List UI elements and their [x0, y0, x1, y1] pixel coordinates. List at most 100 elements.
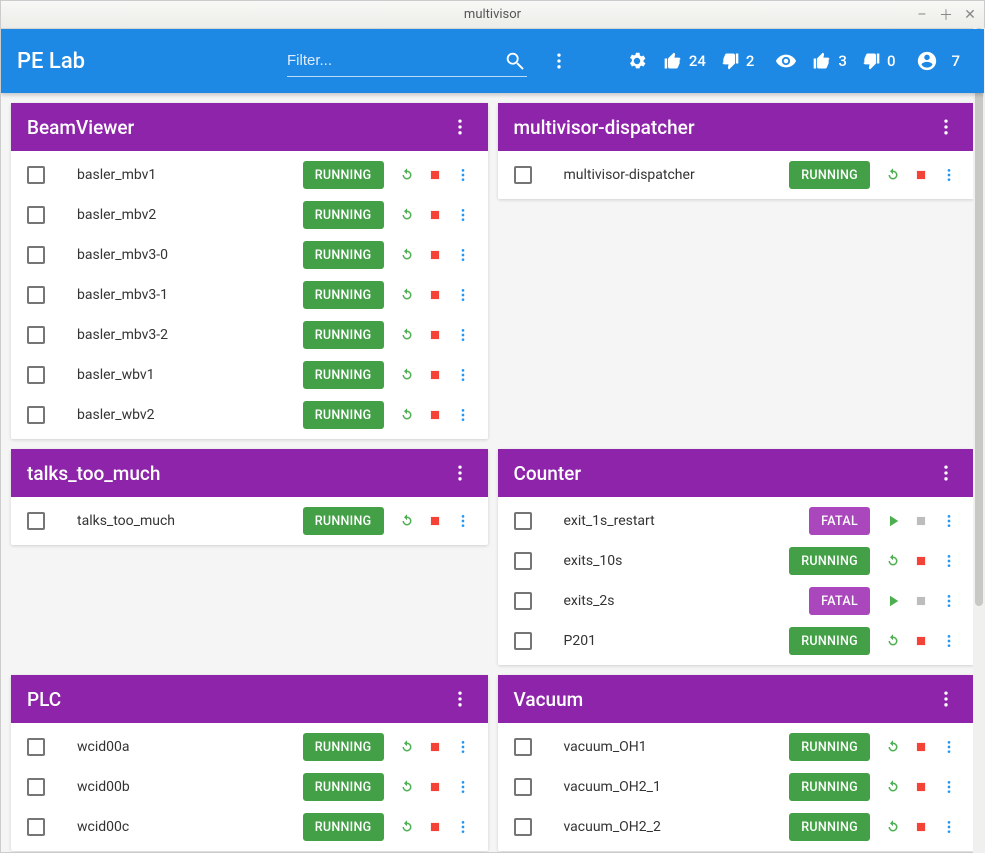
group-menu-icon[interactable]: [934, 687, 958, 711]
restart-icon[interactable]: [398, 406, 416, 424]
process-name[interactable]: basler_wbv1: [45, 367, 303, 383]
stop-icon[interactable]: [426, 778, 444, 796]
process-checkbox[interactable]: [27, 206, 45, 224]
stop-icon[interactable]: [912, 818, 930, 836]
restart-icon[interactable]: [884, 778, 902, 796]
window-close-button[interactable]: ✕: [962, 7, 978, 23]
stop-icon[interactable]: [912, 778, 930, 796]
process-checkbox[interactable]: [514, 778, 532, 796]
restart-icon[interactable]: [884, 818, 902, 836]
process-checkbox[interactable]: [27, 246, 45, 264]
process-checkbox[interactable]: [514, 552, 532, 570]
restart-icon[interactable]: [884, 552, 902, 570]
process-checkbox[interactable]: [27, 366, 45, 384]
stop-icon[interactable]: [426, 326, 444, 344]
process-checkbox[interactable]: [514, 512, 532, 530]
stop-icon[interactable]: [426, 246, 444, 264]
more-icon[interactable]: [454, 326, 472, 344]
process-name[interactable]: P201: [532, 633, 790, 649]
window-maximize-button[interactable]: ＋: [938, 5, 954, 25]
process-name[interactable]: basler_mbv2: [45, 207, 303, 223]
group-menu-icon[interactable]: [934, 461, 958, 485]
stop-icon[interactable]: [426, 738, 444, 756]
group-menu-icon[interactable]: [448, 461, 472, 485]
play-icon[interactable]: [884, 592, 902, 610]
process-checkbox[interactable]: [514, 632, 532, 650]
process-name[interactable]: basler_mbv1: [45, 167, 303, 183]
process-checkbox[interactable]: [514, 738, 532, 756]
stop-icon[interactable]: [912, 552, 930, 570]
restart-icon[interactable]: [398, 246, 416, 264]
eye-icon[interactable]: [774, 49, 798, 73]
more-icon[interactable]: [454, 738, 472, 756]
process-checkbox[interactable]: [27, 326, 45, 344]
process-checkbox[interactable]: [27, 166, 45, 184]
window-minimize-button[interactable]: –: [914, 7, 930, 23]
stop-icon[interactable]: [426, 366, 444, 384]
restart-icon[interactable]: [884, 166, 902, 184]
more-icon[interactable]: [454, 778, 472, 796]
restart-icon[interactable]: [398, 326, 416, 344]
process-name[interactable]: vacuum_OH1: [532, 739, 790, 755]
process-name[interactable]: wcid00b: [45, 779, 303, 795]
vertical-scrollbar[interactable]: [973, 28, 985, 853]
restart-icon[interactable]: [398, 166, 416, 184]
process-name[interactable]: exit_1s_restart: [532, 513, 810, 529]
more-icon[interactable]: [454, 206, 472, 224]
process-checkbox[interactable]: [27, 512, 45, 530]
toolbar-menu-icon[interactable]: [547, 49, 571, 73]
restart-icon[interactable]: [398, 206, 416, 224]
more-icon[interactable]: [940, 512, 958, 530]
group-menu-icon[interactable]: [448, 115, 472, 139]
process-name[interactable]: exits_10s: [532, 553, 790, 569]
restart-icon[interactable]: [884, 738, 902, 756]
process-checkbox[interactable]: [27, 738, 45, 756]
more-icon[interactable]: [454, 818, 472, 836]
restart-icon[interactable]: [398, 286, 416, 304]
content-area[interactable]: BeamViewerbasler_mbv1RUNNINGbasler_mbv2R…: [1, 93, 984, 852]
more-icon[interactable]: [940, 818, 958, 836]
process-name[interactable]: basler_mbv3-1: [45, 287, 303, 303]
more-icon[interactable]: [940, 166, 958, 184]
process-name[interactable]: basler_mbv3-0: [45, 247, 303, 263]
process-checkbox[interactable]: [27, 406, 45, 424]
search-input[interactable]: [287, 45, 503, 76]
more-icon[interactable]: [454, 286, 472, 304]
process-name[interactable]: vacuum_OH2_1: [532, 779, 790, 795]
stop-icon[interactable]: [426, 512, 444, 530]
more-icon[interactable]: [940, 778, 958, 796]
process-name[interactable]: wcid00c: [45, 819, 303, 835]
settings-icon[interactable]: [625, 49, 649, 73]
more-icon[interactable]: [454, 366, 472, 384]
more-icon[interactable]: [940, 738, 958, 756]
process-name[interactable]: wcid00a: [45, 739, 303, 755]
process-checkbox[interactable]: [27, 818, 45, 836]
more-icon[interactable]: [454, 512, 472, 530]
more-icon[interactable]: [454, 246, 472, 264]
more-icon[interactable]: [454, 406, 472, 424]
process-name[interactable]: exits_2s: [532, 593, 810, 609]
stop-icon[interactable]: [426, 286, 444, 304]
more-icon[interactable]: [940, 632, 958, 650]
stop-icon[interactable]: [912, 738, 930, 756]
restart-icon[interactable]: [884, 632, 902, 650]
restart-icon[interactable]: [398, 738, 416, 756]
supervisor-icon[interactable]: [915, 49, 939, 73]
group-menu-icon[interactable]: [448, 687, 472, 711]
restart-icon[interactable]: [398, 512, 416, 530]
process-checkbox[interactable]: [514, 818, 532, 836]
restart-icon[interactable]: [398, 818, 416, 836]
stop-icon[interactable]: [912, 632, 930, 650]
stop-icon[interactable]: [912, 166, 930, 184]
search-field[interactable]: [287, 45, 527, 77]
scrollbar-thumb[interactable]: [975, 28, 983, 606]
restart-icon[interactable]: [398, 778, 416, 796]
more-icon[interactable]: [940, 552, 958, 570]
process-name[interactable]: multivisor-dispatcher: [532, 167, 790, 183]
process-name[interactable]: talks_too_much: [45, 513, 303, 529]
process-checkbox[interactable]: [514, 166, 532, 184]
search-icon[interactable]: [503, 49, 527, 73]
group-menu-icon[interactable]: [934, 115, 958, 139]
process-name[interactable]: vacuum_OH2_2: [532, 819, 790, 835]
more-icon[interactable]: [454, 166, 472, 184]
